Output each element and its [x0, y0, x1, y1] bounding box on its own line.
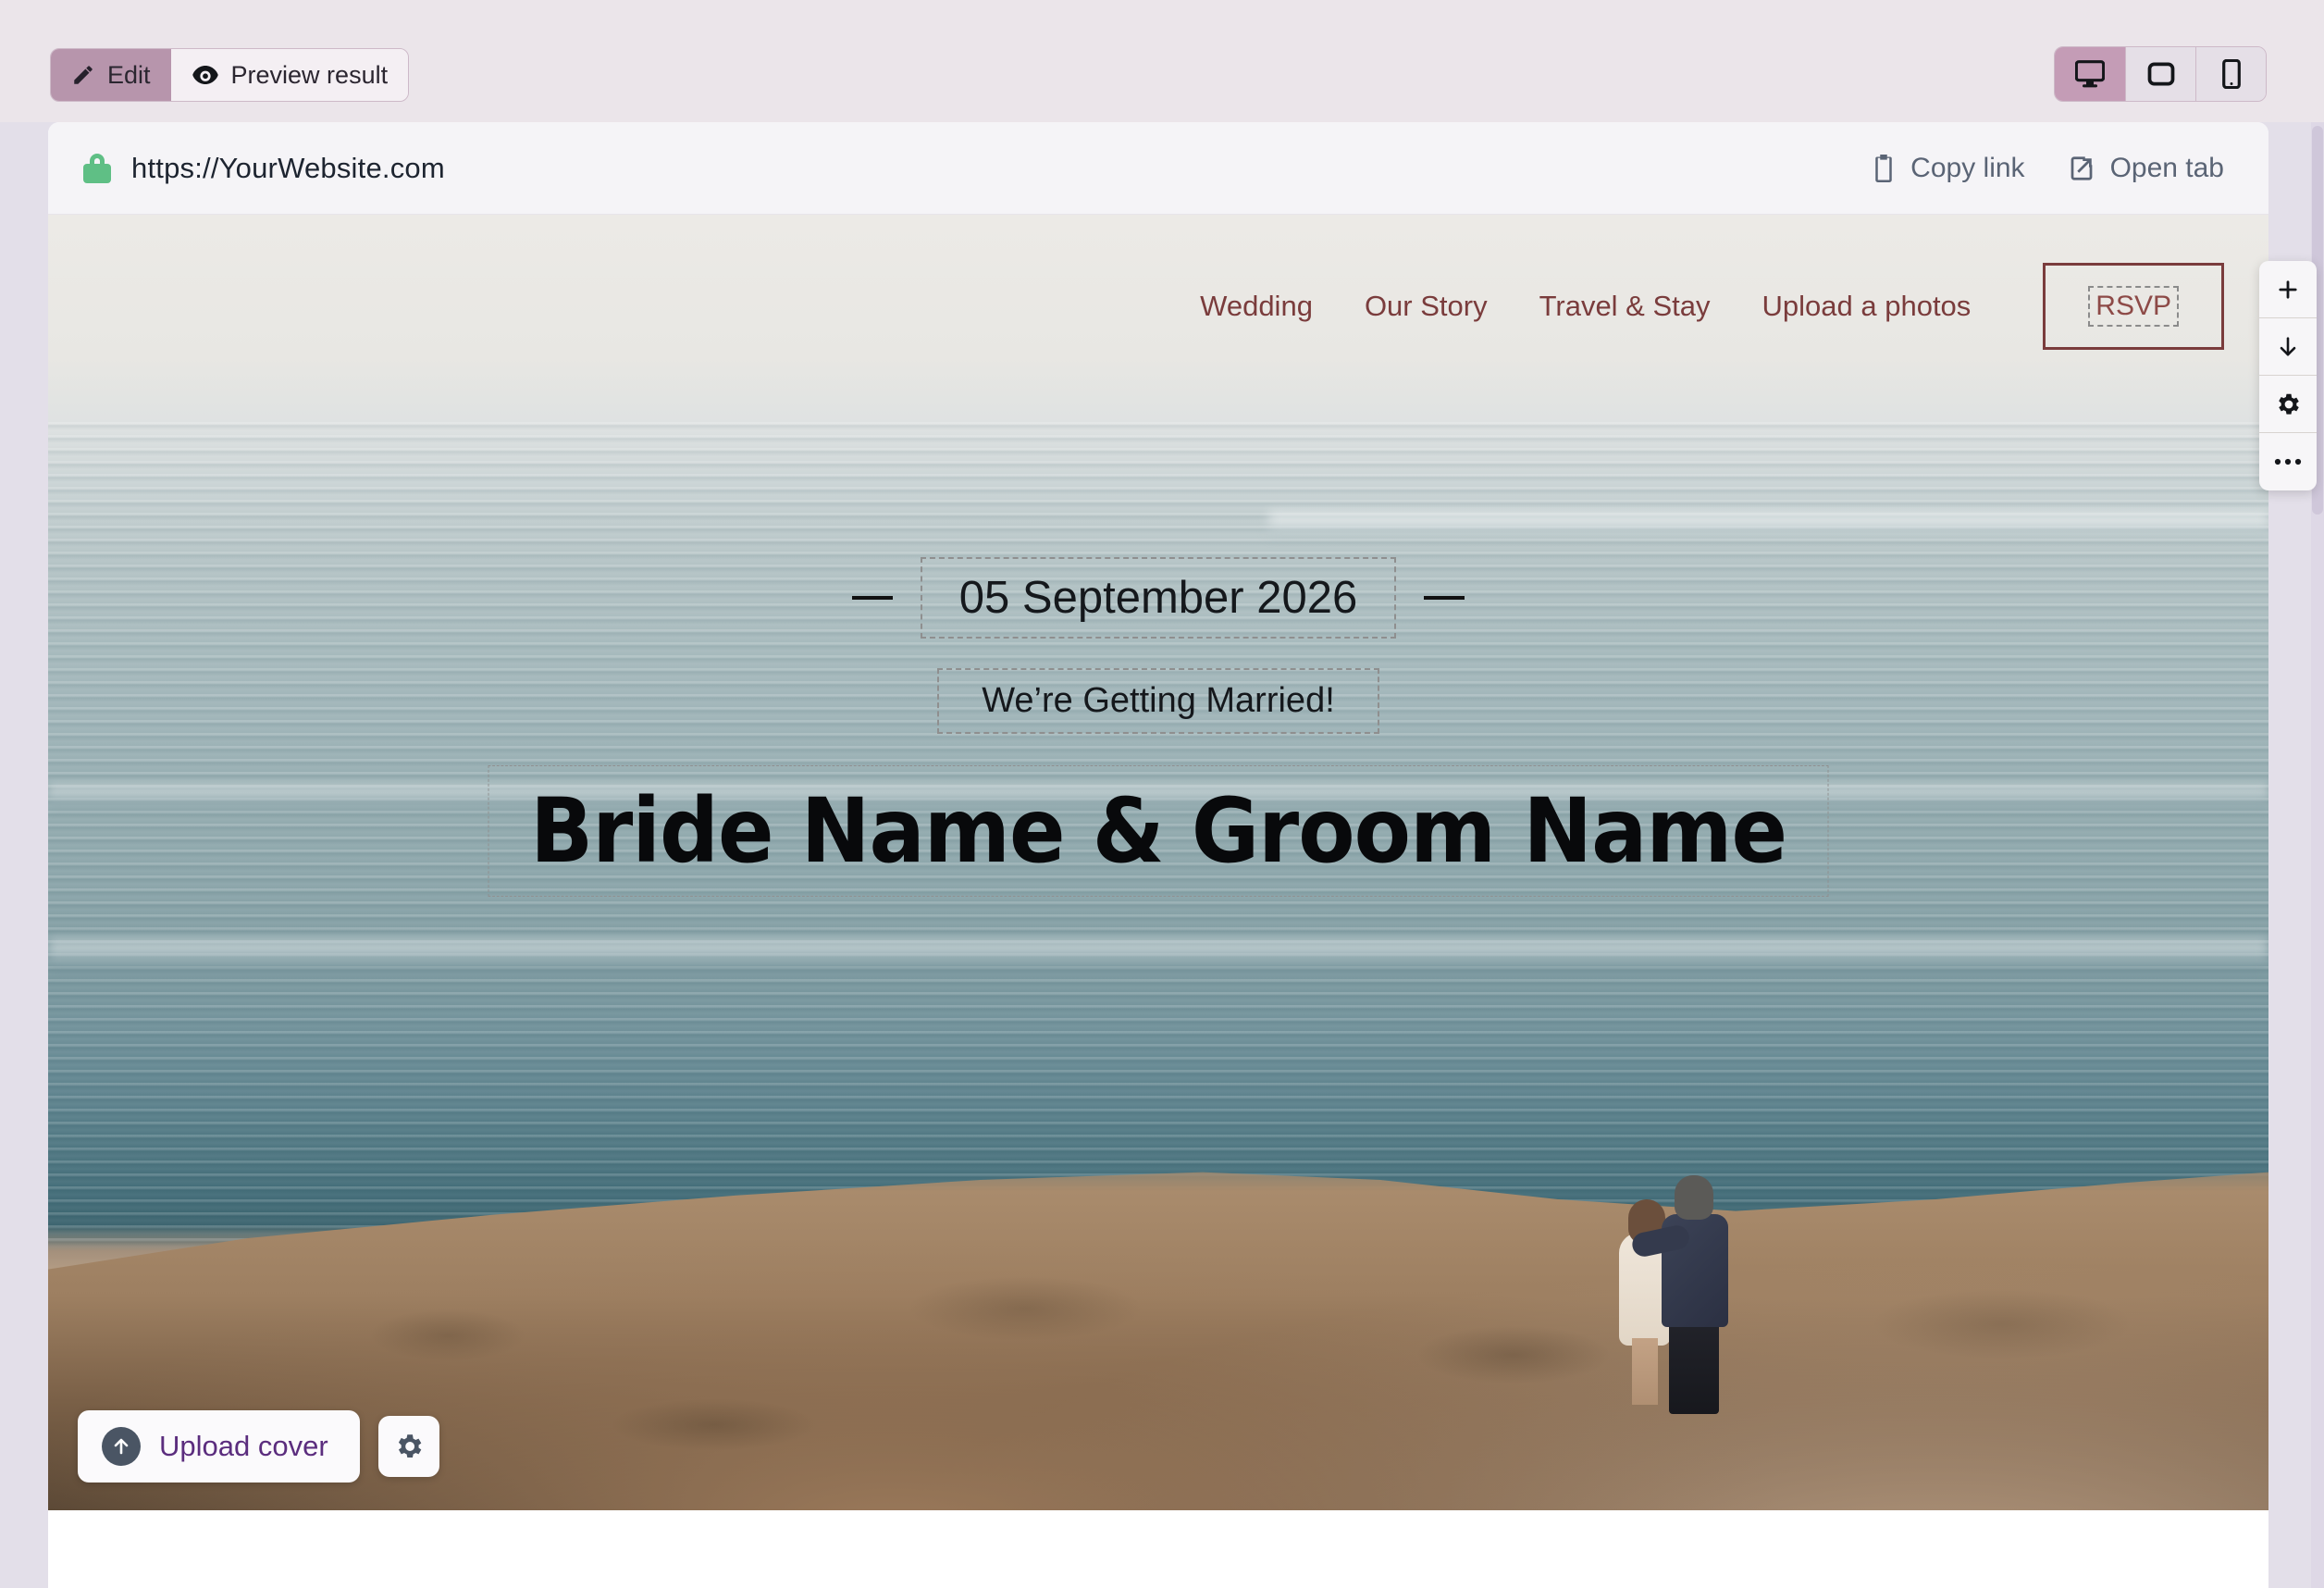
editor-topbar: Edit Preview result	[0, 0, 2324, 122]
hero-subtitle[interactable]: We’re Getting Married!	[937, 668, 1379, 734]
hero-date[interactable]: 05 September 2026	[921, 557, 1396, 639]
cover-settings-button[interactable]	[378, 1416, 439, 1477]
nav-item-upload-photos[interactable]: Upload a photos	[1762, 290, 1972, 323]
clipboard-icon	[1872, 155, 1896, 182]
edit-mode-label: Edit	[107, 61, 151, 90]
copy-link-button[interactable]: Copy link	[1872, 153, 2024, 184]
date-rule-right	[1424, 596, 1465, 600]
device-tablet-button[interactable]	[2125, 47, 2195, 101]
site-navigation: Wedding Our Story Travel & Stay Upload a…	[1200, 263, 2224, 350]
device-toggle-group	[2054, 46, 2267, 102]
lock-icon	[83, 154, 111, 183]
hero-title[interactable]: Bride Name & Groom Name	[488, 765, 1828, 897]
date-rule-left	[852, 596, 893, 600]
mobile-icon	[2221, 59, 2242, 89]
preview-mode-button[interactable]: Preview result	[171, 49, 409, 101]
site-preview-canvas: https://YourWebsite.com Copy link Open	[48, 122, 2268, 1588]
eye-icon	[192, 63, 219, 87]
tablet-icon	[2147, 62, 2175, 86]
ellipsis-icon	[2273, 456, 2303, 467]
move-section-down-button[interactable]	[2259, 318, 2317, 376]
upload-arrow-icon	[102, 1427, 141, 1466]
upload-cover-button[interactable]: Upload cover	[78, 1410, 360, 1483]
nav-item-wedding[interactable]: Wedding	[1200, 290, 1313, 323]
add-section-button[interactable]	[2259, 261, 2317, 318]
more-options-button[interactable]	[2259, 433, 2317, 490]
mode-toggle-group: Edit Preview result	[50, 48, 409, 102]
preview-mode-label: Preview result	[231, 61, 389, 90]
copy-link-label: Copy link	[1910, 153, 2024, 184]
hero-content: 05 September 2026 We’re Getting Married!…	[48, 215, 2268, 1510]
gear-icon	[2274, 391, 2302, 418]
urlbar-actions: Copy link Open tab	[1872, 153, 2224, 184]
pencil-icon	[71, 63, 95, 87]
section-floating-toolbar	[2259, 261, 2317, 490]
nav-item-our-story[interactable]: Our Story	[1365, 290, 1488, 323]
device-desktop-button[interactable]	[2055, 47, 2125, 101]
hero-section: Wedding Our Story Travel & Stay Upload a…	[48, 215, 2268, 1510]
rsvp-button-label: RSVP	[2088, 286, 2179, 327]
hero-date-row: 05 September 2026	[852, 557, 1465, 639]
gear-icon	[393, 1431, 425, 1462]
edit-mode-button[interactable]: Edit	[51, 49, 171, 101]
plus-icon	[2275, 277, 2301, 303]
site-url: https://YourWebsite.com	[131, 152, 445, 185]
section-settings-button[interactable]	[2259, 376, 2317, 433]
desktop-icon	[2075, 60, 2105, 88]
open-tab-button[interactable]: Open tab	[2068, 153, 2224, 184]
upload-cover-label: Upload cover	[159, 1430, 328, 1463]
cover-controls: Upload cover	[78, 1410, 439, 1483]
rsvp-button[interactable]: RSVP	[2043, 263, 2224, 350]
open-tab-label: Open tab	[2110, 153, 2224, 184]
nav-item-travel-stay[interactable]: Travel & Stay	[1539, 290, 1711, 323]
arrow-down-icon	[2275, 334, 2301, 360]
preview-urlbar: https://YourWebsite.com Copy link Open	[48, 122, 2268, 215]
external-link-icon	[2068, 155, 2095, 182]
device-mobile-button[interactable]	[2195, 47, 2266, 101]
